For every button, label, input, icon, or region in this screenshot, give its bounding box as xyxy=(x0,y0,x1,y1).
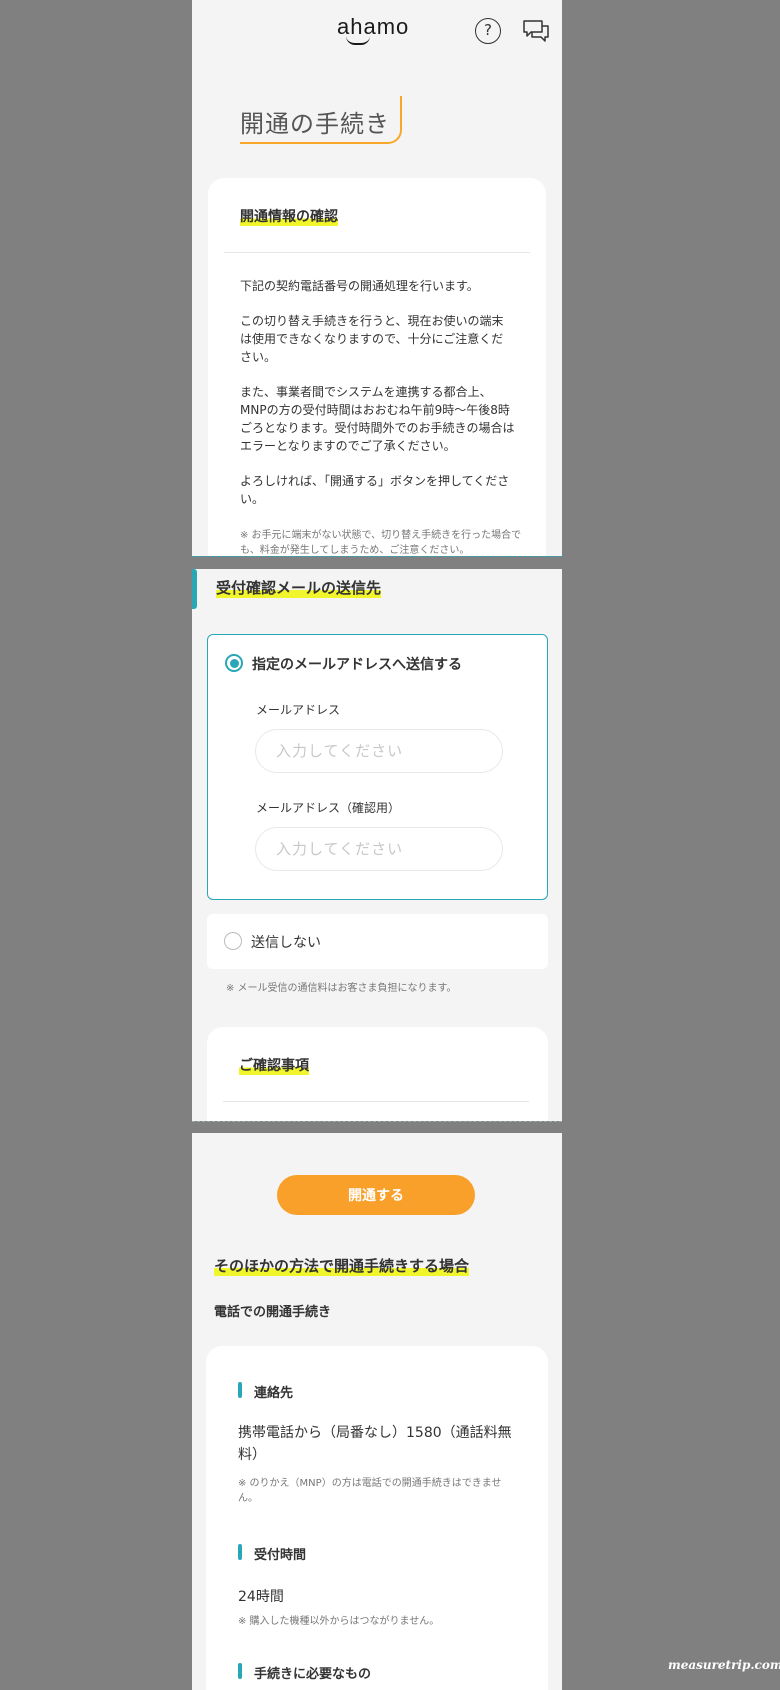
activation-paragraph-1: 下記の契約電話番号の開通処理を行います。 xyxy=(240,279,479,293)
section-accent-bar xyxy=(192,569,197,609)
contact-accent-bar xyxy=(238,1382,242,1398)
chat-icon[interactable] xyxy=(522,19,550,43)
phone-activation-subtitle: 電話での開通手続き xyxy=(214,1305,332,1320)
activation-info-title: 開通情報の確認 xyxy=(240,206,338,226)
card-divider xyxy=(224,252,530,253)
activation-note: ※ お手元に端末がない状態で、切り替え手続きを行った場合でも、料金が発生してしま… xyxy=(240,530,522,556)
logo-smile-mark xyxy=(346,36,370,45)
send-mail-option[interactable]: 指定のメールアドレスへ送信する メールアドレス メールアドレス（確認用） xyxy=(207,634,548,900)
hours-text: 24時間 xyxy=(238,1589,284,1605)
contact-title: 連絡先 xyxy=(254,1386,294,1401)
screenshot-segment-1: ahamo ? 開通の手続き 開通情報の確認 下記の契約電話番号の開通処理を行い… xyxy=(192,0,562,556)
send-mail-label: 指定のメールアドレスへ送信する xyxy=(252,657,462,673)
help-icon[interactable]: ? xyxy=(475,18,501,44)
segment-separator xyxy=(192,556,562,569)
no-send-radio[interactable] xyxy=(224,932,242,950)
no-send-label: 送信しない xyxy=(251,935,321,951)
activation-paragraph-3: また、事業者間でシステムを連携する都合上、MNPの方の受付時間はおおむね午前9時… xyxy=(240,385,515,453)
confirm-items-title: ご確認事項 xyxy=(239,1055,309,1075)
mail-fee-note: ※ メール受信の通信料はお客さま負担になります。 xyxy=(226,983,457,994)
confirm-items-card: ご確認事項 xyxy=(207,1027,548,1121)
required-title: 手続きに必要なもの xyxy=(254,1667,372,1682)
email-input[interactable] xyxy=(255,729,503,773)
watermark: measuretrip.com xyxy=(668,1658,780,1672)
other-methods-title: そのほかの方法で開通手続きする場合 xyxy=(214,1255,470,1276)
send-mail-radio[interactable] xyxy=(225,654,243,672)
card-divider xyxy=(223,1101,529,1102)
page-title-frame: 開通の手続き xyxy=(240,96,402,144)
activation-info-card: 開通情報の確認 下記の契約電話番号の開通処理を行います。 この切り替え手続きを行… xyxy=(208,178,546,556)
page-title: 開通の手続き xyxy=(240,110,390,138)
app-header: ahamo ? xyxy=(192,0,562,62)
no-send-option[interactable]: 送信しない xyxy=(207,914,548,969)
mail-section-title: 受付確認メールの送信先 xyxy=(216,577,382,598)
email-confirm-label: メールアドレス（確認用） xyxy=(256,801,401,815)
email-label: メールアドレス xyxy=(256,703,341,717)
email-confirm-input[interactable] xyxy=(255,827,503,871)
contact-note: ※ のりかえ（MNP）の方は電話での開通手続きはできません。 xyxy=(238,1478,502,1504)
screenshot-segment-2: 受付確認メールの送信先 指定のメールアドレスへ送信する メールアドレス メールア… xyxy=(192,569,562,1121)
hours-accent-bar xyxy=(238,1544,242,1560)
phone-screen: ahamo ? 開通の手続き 開通情報の確認 下記の契約電話番号の開通処理を行い… xyxy=(192,0,562,1690)
activation-paragraph-2: この切り替え手続きを行うと、現在お使いの端末は使用できなくなりますので、十分にご… xyxy=(240,314,504,364)
hours-title: 受付時間 xyxy=(254,1548,307,1563)
hours-note: ※ 購入した機種以外からはつながりません。 xyxy=(238,1616,440,1627)
activation-paragraph-4: よろしければ、「開通する」ボタンを押してください。 xyxy=(240,474,510,506)
phone-activation-card: 連絡先 携帯電話から（局番なし）1580（通話料無料） ※ のりかえ（MNP）の… xyxy=(206,1346,548,1690)
required-accent-bar xyxy=(238,1663,242,1679)
contact-text: 携帯電話から（局番なし）1580（通話料無料） xyxy=(238,1425,512,1463)
screenshot-segment-3: 開通する そのほかの方法で開通手続きする場合 電話での開通手続き 連絡先 携帯電… xyxy=(192,1133,562,1690)
activate-button[interactable]: 開通する xyxy=(277,1175,475,1215)
